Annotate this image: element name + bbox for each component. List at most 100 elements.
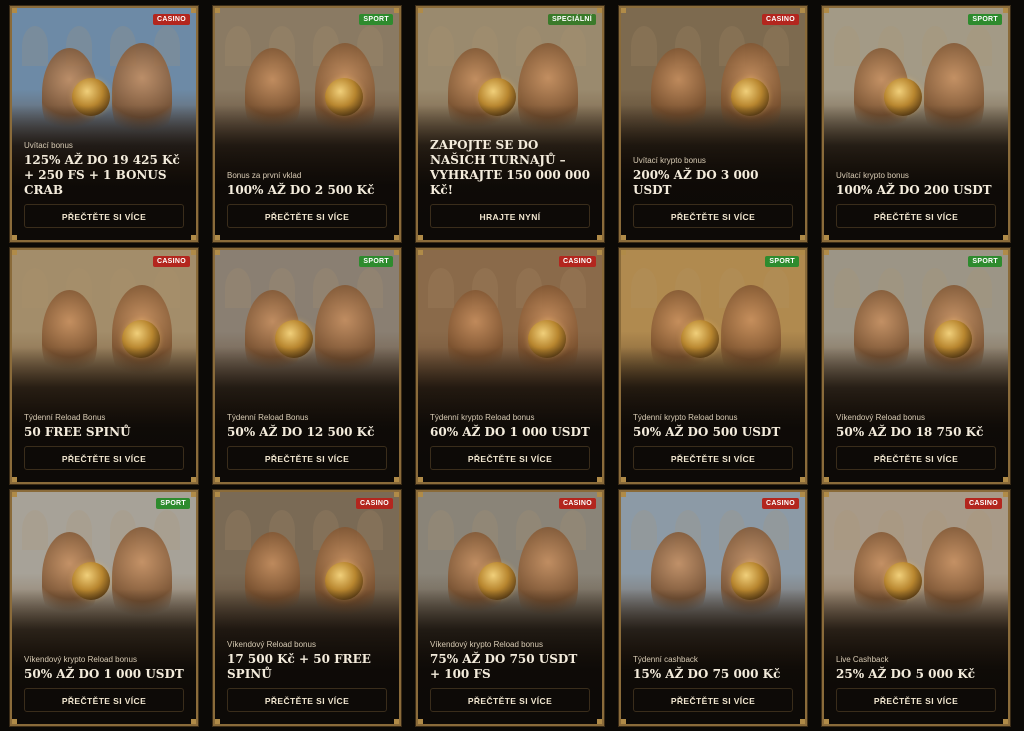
promo-card[interactable]: CASINO Víkendový krypto Reload bonus 75% A…: [416, 490, 604, 726]
read-more-button[interactable]: PŘEČTĚTE SI VÍCE: [24, 446, 184, 470]
promo-title: 15% AŽ DO 75 000 Kč: [633, 667, 781, 681]
read-more-button[interactable]: PŘEČTĚTE SI VÍCE: [633, 204, 793, 228]
promo-card[interactable]: CASINO Týdenní Reload Bonus 50 FREE SPINŮ P…: [10, 248, 198, 484]
promo-title: 25% AŽ DO 5 000 Kč: [836, 667, 976, 681]
promo-subtitle: Týdenní krypto Reload bonus: [430, 413, 535, 422]
arena-arch-decoration: [22, 510, 48, 550]
frame-corner-ornament: [191, 235, 196, 240]
promo-card-body: Bonus za první vklad 100% AŽ DO 2 500 Kč P…: [227, 171, 387, 228]
frame-corner-ornament: [418, 235, 423, 240]
frame-corner-ornament: [12, 719, 17, 724]
frame-corner-ornament: [418, 477, 423, 482]
promo-subtitle: Víkendový Reload bonus: [227, 640, 316, 649]
promo-subtitle: Týdenní Reload Bonus: [227, 413, 309, 422]
read-more-button[interactable]: PŘEČTĚTE SI VÍCE: [227, 688, 387, 712]
frame-corner-ornament: [215, 235, 220, 240]
frame-corner-ornament: [621, 235, 626, 240]
frame-corner-ornament: [215, 250, 220, 255]
category-badge: CASINO: [558, 256, 596, 267]
category-badge: SPORT: [359, 256, 393, 267]
promo-title: 125% AŽ DO 19 425 Kč + 250 FS + 1 BONUS …: [24, 153, 180, 197]
category-badge: SPECIÁLNÍ: [547, 14, 596, 25]
category-badge: CASINO: [761, 498, 799, 509]
promo-card[interactable]: CASINO Víkendový Reload bonus 17 500 Kč + …: [213, 490, 401, 726]
read-more-button[interactable]: PŘEČTĚTE SI VÍCE: [24, 204, 184, 228]
arena-arch-decoration: [428, 510, 454, 550]
read-more-button[interactable]: PŘEČTĚTE SI VÍCE: [836, 688, 996, 712]
arena-arch-decoration: [631, 510, 657, 550]
frame-corner-ornament: [418, 719, 423, 724]
read-more-button[interactable]: PŘEČTĚTE SI VÍCE: [633, 446, 793, 470]
promo-card-body: ZAPOJTE SE DO NAŠICH TURNAJŮ – VYHRAJTE …: [430, 135, 590, 228]
promo-card[interactable]: CASINO Týdenní cashback 15% AŽ DO 75 000 K…: [619, 490, 807, 726]
frame-corner-ornament: [800, 477, 805, 482]
read-more-button[interactable]: PŘEČTĚTE SI VÍCE: [836, 204, 996, 228]
frame-corner-ornament: [12, 8, 17, 13]
frame-corner-ornament: [394, 250, 399, 255]
promo-card-body: Víkendový Reload bonus 17 500 Kč + 50 FRE…: [227, 640, 387, 712]
promo-card[interactable]: SPORT Uvítací krypto bonus 100% AŽ DO 200 …: [822, 6, 1010, 242]
promo-subtitle: Live Cashback: [836, 655, 889, 664]
frame-corner-ornament: [191, 477, 196, 482]
promo-card[interactable]: SPECIÁLNÍ ZAPOJTE SE DO NAŠICH TURNAJŮ – …: [416, 6, 604, 242]
promo-card[interactable]: CASINO Live Cashback 25% AŽ DO 5 000 Kč PŘE…: [822, 490, 1010, 726]
frame-corner-ornament: [191, 8, 196, 13]
read-more-button[interactable]: PŘEČTĚTE SI VÍCE: [24, 688, 184, 712]
promo-card[interactable]: CASINO Uvítací bonus 125% AŽ DO 19 425 Kč …: [10, 6, 198, 242]
promo-title: 200% AŽ DO 3 000 USDT: [633, 168, 759, 197]
read-more-button[interactable]: PŘEČTĚTE SI VÍCE: [227, 446, 387, 470]
category-badge: CASINO: [761, 14, 799, 25]
frame-corner-ornament: [597, 719, 602, 724]
promo-title: 100% AŽ DO 200 USDT: [836, 183, 992, 197]
promo-card-body: Víkendový krypto Reload bonus 50% AŽ DO 1…: [24, 655, 184, 712]
read-more-button[interactable]: HRAJTE NYNÍ: [430, 204, 590, 228]
promo-card[interactable]: SPORT Týdenní krypto Reload bonus 50% AŽ D…: [619, 248, 807, 484]
frame-corner-ornament: [418, 492, 423, 497]
read-more-button[interactable]: PŘEČTĚTE SI VÍCE: [836, 446, 996, 470]
promo-card[interactable]: CASINO Týdenní krypto Reload bonus 60% AŽ …: [416, 248, 604, 484]
promo-subtitle: Týdenní Reload Bonus: [24, 413, 106, 422]
promo-title: 50% AŽ DO 500 USDT: [633, 425, 781, 439]
category-badge: CASINO: [964, 498, 1002, 509]
frame-corner-ornament: [621, 492, 626, 497]
frame-corner-ornament: [800, 250, 805, 255]
promo-card[interactable]: SPORT Víkendový krypto Reload bonus 50% AŽ…: [10, 490, 198, 726]
read-more-button[interactable]: PŘEČTĚTE SI VÍCE: [227, 204, 387, 228]
promo-card-body: Týdenní krypto Reload bonus 50% AŽ DO 500…: [633, 413, 793, 470]
frame-corner-ornament: [824, 477, 829, 482]
frame-corner-ornament: [418, 250, 423, 255]
promo-card-body: Live Cashback 25% AŽ DO 5 000 Kč PŘEČTĚTE …: [836, 655, 996, 712]
frame-corner-ornament: [12, 477, 17, 482]
promo-card[interactable]: SPORT Bonus za první vklad 100% AŽ DO 2 50…: [213, 6, 401, 242]
category-badge: CASINO: [152, 256, 190, 267]
read-more-button[interactable]: PŘEČTĚTE SI VÍCE: [430, 446, 590, 470]
frame-corner-ornament: [1003, 477, 1008, 482]
promo-subtitle: Bonus za první vklad: [227, 171, 302, 180]
frame-corner-ornament: [621, 8, 626, 13]
promo-subtitle: Víkendový Reload bonus: [836, 413, 925, 422]
read-more-button[interactable]: PŘEČTĚTE SI VÍCE: [633, 688, 793, 712]
promo-subtitle: Uvítací bonus: [24, 141, 73, 150]
frame-corner-ornament: [824, 8, 829, 13]
promo-card-body: Týdenní krypto Reload bonus 60% AŽ DO 1 0…: [430, 413, 590, 470]
promo-title: 50% AŽ DO 1 000 USDT: [24, 667, 184, 681]
promo-subtitle: Víkendový krypto Reload bonus: [430, 640, 543, 649]
promo-subtitle: Uvítací krypto bonus: [836, 171, 909, 180]
arena-arch-decoration: [834, 510, 860, 550]
arena-arch-decoration: [834, 26, 860, 66]
frame-corner-ornament: [394, 719, 399, 724]
frame-corner-ornament: [1003, 250, 1008, 255]
frame-corner-ornament: [824, 492, 829, 497]
promo-card-body: Týdenní Reload Bonus 50% AŽ DO 12 500 Kč P…: [227, 413, 387, 470]
category-badge: SPORT: [968, 256, 1002, 267]
frame-corner-ornament: [12, 492, 17, 497]
category-badge: SPORT: [765, 256, 799, 267]
promo-card[interactable]: CASINO Uvítací krypto bonus 200% AŽ DO 3 0…: [619, 6, 807, 242]
promo-card[interactable]: SPORT Týdenní Reload Bonus 50% AŽ DO 12 50…: [213, 248, 401, 484]
promo-subtitle: Víkendový krypto Reload bonus: [24, 655, 137, 664]
promo-card[interactable]: SPORT Víkendový Reload bonus 50% AŽ DO 18 …: [822, 248, 1010, 484]
frame-corner-ornament: [394, 235, 399, 240]
frame-corner-ornament: [191, 719, 196, 724]
promo-card-body: Uvítací krypto bonus 100% AŽ DO 200 USDT P…: [836, 171, 996, 228]
read-more-button[interactable]: PŘEČTĚTE SI VÍCE: [430, 688, 590, 712]
